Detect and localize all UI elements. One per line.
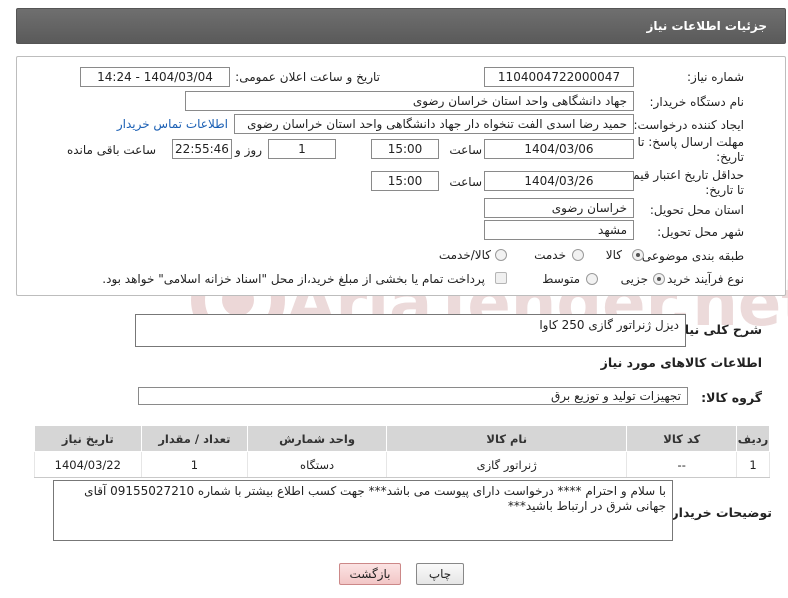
buyer-contact-link[interactable]: اطلاعات تماس خریدار: [117, 117, 228, 131]
page-title: جزئیات اطلاعات نیاز: [646, 19, 767, 33]
col-header-date: تاریخ نیاز: [34, 425, 142, 452]
goods-table-header: ردیف کد کالا نام کالا واحد شمارش تعداد /…: [34, 425, 770, 452]
cell-date: 1404/03/22: [34, 451, 142, 478]
category-option-service: خدمت: [534, 248, 566, 262]
reply-date-field: 1404/03/06: [484, 139, 634, 159]
summary-textarea[interactable]: دیزل ژنراتور گازی 250 کاوا: [135, 314, 686, 347]
table-row: 1 -- ژنراتور گازی دستگاه 1 1404/03/22: [34, 451, 770, 478]
creator-label: ایجاد کننده درخواست:: [633, 118, 744, 132]
treasury-checkbox[interactable]: [495, 272, 507, 284]
city-field: مشهد: [484, 220, 634, 240]
remaining-time-label: ساعت باقی مانده: [66, 143, 156, 157]
treasury-note: پرداخت تمام یا بخشی از مبلغ خرید،از محل …: [102, 272, 485, 286]
need-number-field: 1104004722000047: [484, 67, 634, 87]
announce-field: 1404/03/04 - 14:24: [80, 67, 230, 87]
reply-deadline-label-2: تاریخ:: [716, 150, 744, 164]
goods-table: ردیف کد کالا نام کالا واحد شمارش تعداد /…: [34, 425, 770, 478]
remaining-time-field: 22:55:46: [172, 139, 232, 159]
city-label: شهر محل تحویل:: [657, 225, 744, 239]
days-label: روز و: [235, 143, 262, 157]
cell-qty: 1: [140, 451, 249, 478]
col-header-name: نام کالا: [386, 425, 628, 452]
province-label: استان محل تحویل:: [649, 203, 744, 217]
buyer-notes-textarea[interactable]: با سلام و احترام **** درخواست دارای پیوس…: [53, 480, 673, 541]
page-header: جزئیات اطلاعات نیاز: [16, 8, 786, 44]
process-option-medium: متوسط: [542, 272, 580, 286]
category-radio-service[interactable]: [572, 249, 584, 261]
category-radio-goods[interactable]: [632, 249, 644, 261]
price-date-field: 1404/03/26: [484, 171, 634, 191]
col-header-unit: واحد شمارش: [247, 425, 388, 452]
need-number-label: شماره نیاز:: [687, 70, 744, 84]
cell-unit: دستگاه: [247, 451, 388, 478]
print-button[interactable]: چاپ: [416, 563, 464, 585]
category-radio-both[interactable]: [495, 249, 507, 261]
buyer-org-label: نام دستگاه خریدار:: [649, 95, 745, 109]
reply-time-label: ساعت: [449, 143, 482, 157]
reply-time-field: 15:00: [371, 139, 439, 159]
reply-deadline-label: مهلت ارسال پاسخ: تا: [637, 135, 744, 149]
announce-label: تاریخ و ساعت اعلان عمومی:: [235, 70, 380, 84]
col-header-code: کد کالا: [626, 425, 738, 452]
price-deadline-label-2: تا تاریخ:: [705, 183, 744, 197]
province-field: خراسان رضوی: [484, 198, 634, 218]
process-radio-medium[interactable]: [586, 273, 598, 285]
price-time-label: ساعت: [449, 175, 482, 189]
category-option-both: کالا/خدمت: [438, 248, 491, 262]
goods-info-title: اطلاعات کالاهای مورد نیاز: [600, 355, 762, 370]
price-time-field: 15:00: [371, 171, 439, 191]
goods-group-field: تجهیزات تولید و توزیع برق: [138, 387, 688, 405]
creator-field: حمید رضا اسدی الفت تنخواه دار جهاد دانشگ…: [234, 114, 634, 134]
back-button[interactable]: بازگشت: [339, 563, 401, 585]
col-header-qty: تعداد / مقدار: [140, 425, 249, 452]
category-option-goods: کالا: [605, 248, 622, 262]
cell-code: --: [626, 451, 738, 478]
process-option-minor: جزیی: [620, 272, 648, 286]
process-label: نوع فرآیند خرید :: [659, 272, 744, 286]
goods-group-label: گروه کالا:: [701, 390, 762, 405]
process-radio-minor[interactable]: [653, 273, 665, 285]
buyer-notes-label: توضیحات خریدار:: [666, 505, 772, 520]
cell-name: ژنراتور گازی: [386, 451, 628, 478]
buyer-org-field: جهاد دانشگاهی واحد استان خراسان رضوی: [185, 91, 634, 111]
col-header-index: ردیف: [736, 425, 770, 452]
category-label: طبقه بندی موضوعی:: [637, 249, 744, 263]
cell-index: 1: [736, 451, 770, 478]
price-deadline-label: حداقل تاریخ اعتبار قیمت:: [617, 168, 744, 182]
days-field: 1: [268, 139, 336, 159]
